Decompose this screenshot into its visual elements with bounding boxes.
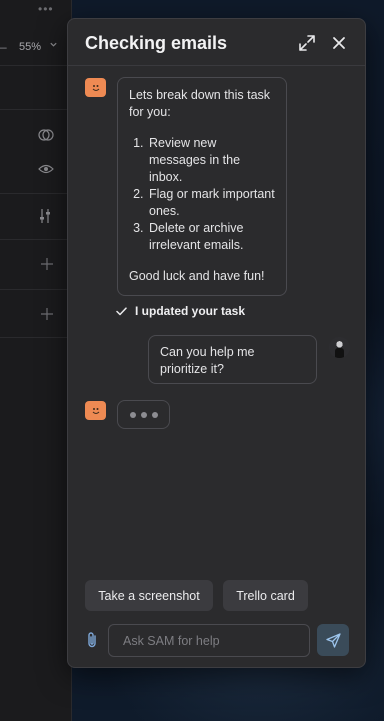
bot-avatar <box>85 401 106 420</box>
send-icon[interactable] <box>317 624 349 656</box>
task-updated-text: I updated your task <box>135 304 246 318</box>
task-step: Flag or mark important ones. <box>147 186 275 220</box>
chat-input[interactable] <box>109 625 309 656</box>
task-steps-list: Review new messages in the inbox. Flag o… <box>129 135 275 254</box>
expand-icon[interactable] <box>296 32 318 54</box>
user-avatar <box>329 337 350 358</box>
panel-row <box>0 240 72 290</box>
user-message-text: Can you help me prioritize it? <box>160 345 255 376</box>
adjust-sliders-icon[interactable] <box>38 208 52 229</box>
zoom-level[interactable]: 55% <box>19 41 41 53</box>
zoom-out-icon[interactable]: – <box>0 40 7 54</box>
typing-indicator <box>117 400 170 429</box>
message-intro: Lets break down this task for you: <box>129 88 271 119</box>
task-updated-notice: I updated your task <box>116 302 245 320</box>
zoom-row: – 55% <box>0 30 72 66</box>
bot-avatar <box>85 78 106 97</box>
chat-panel: Checking emails Lets break down this tas… <box>67 18 366 668</box>
task-step: Delete or archive irrelevant emails. <box>147 220 275 254</box>
panel-row <box>0 290 72 338</box>
suggestion-trello-card[interactable]: Trello card <box>223 580 308 611</box>
typing-dot <box>140 411 147 418</box>
user-message: Can you help me prioritize it? <box>148 335 317 384</box>
message-outro: Good luck and have fun! <box>129 269 265 283</box>
check-icon <box>116 306 127 316</box>
task-step: Review new messages in the inbox. <box>147 135 275 186</box>
suggestion-take-screenshot[interactable]: Take a screenshot <box>85 580 213 611</box>
panel-row <box>0 110 72 194</box>
typing-dot <box>151 411 158 418</box>
chat-title: Checking emails <box>85 33 228 53</box>
chat-input-container <box>108 624 310 657</box>
panel-row <box>0 194 72 240</box>
paperclip-icon[interactable] <box>86 631 100 649</box>
more-options-icon[interactable]: ••• <box>38 2 54 16</box>
chevron-down-icon[interactable] <box>49 40 58 52</box>
typing-dot <box>129 411 136 418</box>
add-icon[interactable] <box>41 257 53 275</box>
bot-message: Lets break down this task for you: Revie… <box>117 77 287 296</box>
chat-header: Checking emails <box>68 19 365 66</box>
panel-row <box>0 66 72 110</box>
visibility-toggle-icon[interactable] <box>38 128 54 147</box>
eye-icon[interactable] <box>38 162 54 180</box>
add-icon[interactable] <box>41 307 53 325</box>
left-panel: ••• – 55% <box>0 0 72 721</box>
close-icon[interactable] <box>328 32 350 54</box>
